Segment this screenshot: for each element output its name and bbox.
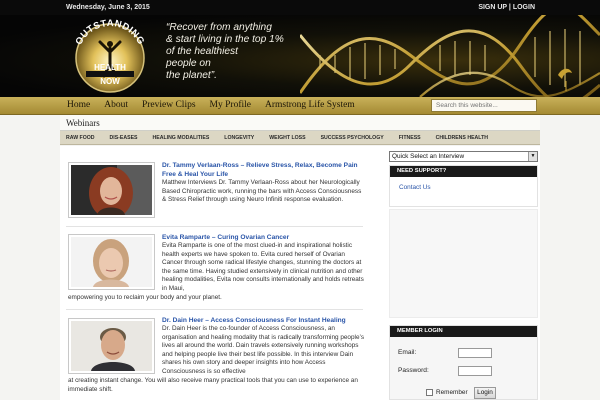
remember-label: Remember xyxy=(436,389,468,396)
post-title-link[interactable]: Dr. Dain Heer – Access Consciousness For… xyxy=(162,316,368,325)
nav-item-preview-clips[interactable]: Preview Clips xyxy=(135,97,203,115)
post-excerpt-continued: at creating instant change. You will als… xyxy=(68,377,358,393)
email-label: Email: xyxy=(398,349,417,356)
tagline-line: the planet”. xyxy=(166,70,217,81)
post-excerpt: Evita Ramparte is one of the most clued-… xyxy=(162,242,364,292)
remember-checkbox[interactable] xyxy=(426,389,433,396)
password-label: Password: xyxy=(398,367,429,374)
member-login-widget: MEMBER LOGIN Email: Password: Remember L… xyxy=(389,325,538,400)
portrait-image xyxy=(71,165,152,215)
tagline-line: people on xyxy=(166,58,211,69)
support-heading: NEED SUPPORT? xyxy=(390,166,537,177)
dna-helix-graphic xyxy=(300,15,600,97)
top-bar: Wednesday, June 3, 2015 SIGN UP | LOGIN xyxy=(0,0,600,15)
category-bar: RAW FOOD DIS-EASES HEALING MODALITIES LO… xyxy=(60,131,540,145)
nav-item-my-profile[interactable]: My Profile xyxy=(203,97,258,115)
chevron-down-icon[interactable]: ▼ xyxy=(528,152,537,161)
tagline-line: of the healthiest xyxy=(166,46,238,57)
header-tagline: “Recover from anything & start living in… xyxy=(166,22,326,82)
post-thumbnail[interactable] xyxy=(68,234,155,290)
post-divider xyxy=(66,309,363,310)
category-raw-food[interactable]: RAW FOOD xyxy=(66,135,95,141)
tagline-line: & start living in the top 1% xyxy=(166,34,284,45)
interview-select[interactable]: Quick Select an Interview ▼ xyxy=(389,151,538,162)
nav-item-armstrong-life-system[interactable]: Armstrong Life System xyxy=(258,97,362,115)
email-field[interactable] xyxy=(458,348,492,358)
login-button[interactable]: Login xyxy=(474,387,496,399)
login-link[interactable]: LOGIN xyxy=(513,4,535,11)
logo-text-mid: HEALTH xyxy=(94,63,126,72)
nav-item-about[interactable]: About xyxy=(97,97,135,115)
contact-us-link[interactable]: Contact Us xyxy=(390,177,537,191)
portrait-image xyxy=(71,237,152,287)
post-excerpt: Dr. Dain Heer is the co-founder of Acces… xyxy=(162,325,365,375)
login-heading: MEMBER LOGIN xyxy=(390,326,537,337)
category-fitness[interactable]: FITNESS xyxy=(399,135,421,141)
post-thumbnail[interactable] xyxy=(68,162,155,218)
category-healing-modalities[interactable]: HEALING MODALITIES xyxy=(153,135,210,141)
portrait-image xyxy=(71,321,152,371)
post-excerpt: Matthew Interviews Dr. Tammy Verlaan-Ros… xyxy=(162,179,362,204)
post-title-link[interactable]: Dr. Tammy Verlaan-Ross – Relieve Stress,… xyxy=(162,161,368,179)
logo-text-bottom: NOW xyxy=(100,77,120,86)
post-title-link[interactable]: Evita Ramparte – Curing Ovarian Cancer xyxy=(162,233,368,242)
category-weight-loss[interactable]: WEIGHT LOSS xyxy=(269,135,305,141)
signup-link[interactable]: SIGN UP xyxy=(478,4,507,11)
sidebar-empty-widget xyxy=(389,209,538,318)
date-display: Wednesday, June 3, 2015 xyxy=(66,4,150,11)
category-childrens-health[interactable]: CHILDRENS HEALTH xyxy=(436,135,488,141)
site-header: OUTSTANDING HEALTH NOW “Recover from any… xyxy=(0,15,600,97)
category-success-psychology[interactable]: SUCCESS PSYCHOLOGY xyxy=(321,135,384,141)
category-dis-eases[interactable]: DIS-EASES xyxy=(110,135,138,141)
post-excerpt-continued: empowering you to reclaim your body and … xyxy=(68,294,222,301)
tagline-line: “Recover from anything xyxy=(166,22,272,33)
site-logo[interactable]: OUTSTANDING HEALTH NOW xyxy=(64,18,156,94)
page-title: Webinars xyxy=(60,115,540,131)
nav-item-home[interactable]: Home xyxy=(60,97,97,115)
search-input[interactable] xyxy=(431,99,537,112)
category-longevity[interactable]: LONGEVITY xyxy=(224,135,254,141)
post-thumbnail[interactable] xyxy=(68,318,155,374)
auth-links: SIGN UP | LOGIN xyxy=(478,4,535,11)
support-widget: NEED SUPPORT? Contact Us xyxy=(389,165,538,207)
post-divider xyxy=(66,226,363,227)
password-field[interactable] xyxy=(458,366,492,376)
select-value: Quick Select an Interview xyxy=(392,153,465,160)
